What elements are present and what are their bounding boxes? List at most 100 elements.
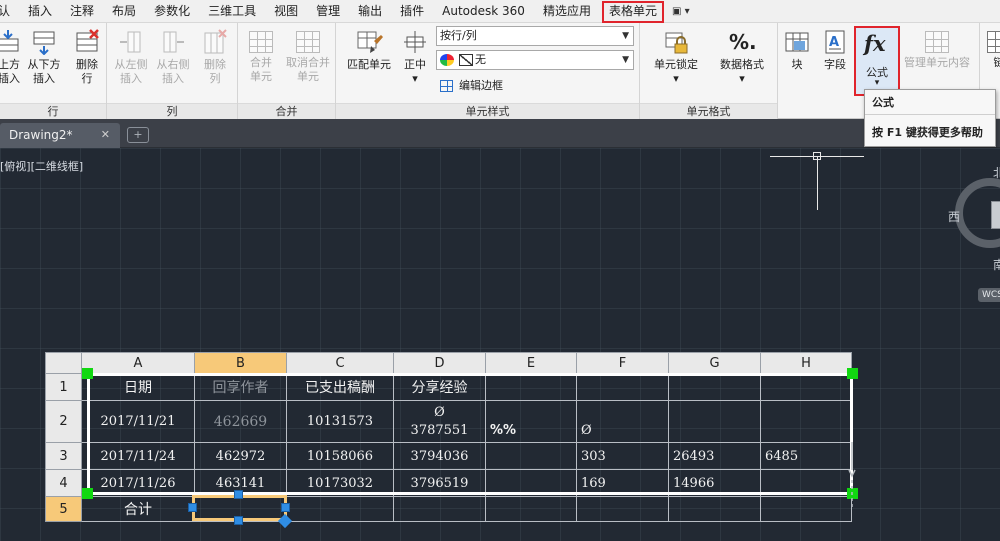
insert-row-above-button[interactable]: 上方 插入 — [0, 29, 24, 86]
compass-south-label[interactable]: 南 — [993, 256, 1000, 273]
wcs-menu[interactable]: WCS — [978, 288, 1000, 302]
cell-h2[interactable] — [760, 400, 852, 443]
cell-f3[interactable]: 303 — [576, 442, 669, 470]
cell-f5[interactable] — [576, 496, 669, 522]
cell-b1[interactable]: 回享作者 — [194, 373, 287, 401]
cell-grip-left[interactable] — [188, 503, 197, 512]
menu-item-featured-apps[interactable]: 精选应用 — [534, 0, 600, 23]
cell-h1[interactable] — [760, 373, 852, 401]
cell-g2[interactable] — [668, 400, 761, 443]
link-cell-button[interactable]: 链 — [984, 29, 1000, 70]
cell-grip-top[interactable] — [234, 490, 243, 499]
column-header-g[interactable]: G — [668, 352, 761, 374]
merge-cells-button[interactable]: 合并 单元 — [244, 29, 278, 84]
document-tab[interactable]: Drawing2* ✕ — [0, 123, 120, 148]
table-corner-cell[interactable] — [45, 352, 82, 374]
column-header-f[interactable]: F — [576, 352, 669, 374]
menu-item-view[interactable]: 视图 — [265, 0, 307, 23]
cell-b2[interactable]: 462669 — [194, 400, 287, 443]
cell-c5[interactable] — [286, 496, 394, 522]
cell-d1[interactable]: 分享经验 — [393, 373, 486, 401]
cell-e3[interactable] — [485, 442, 577, 470]
cell-e5[interactable] — [485, 496, 577, 522]
cell-e4[interactable] — [485, 469, 577, 497]
menu-item-insert[interactable]: 插入 — [19, 0, 61, 23]
table-grip-top-left[interactable] — [82, 368, 93, 379]
delete-row-button[interactable]: 删除 行 — [71, 29, 103, 86]
cell-h4[interactable] — [760, 469, 852, 497]
menu-item-plugins[interactable]: 插件 — [391, 0, 433, 23]
close-icon[interactable]: ✕ — [101, 123, 110, 147]
menu-item-manage[interactable]: 管理 — [307, 0, 349, 23]
cell-d5[interactable] — [393, 496, 486, 522]
cell-e2[interactable]: %% — [485, 400, 577, 443]
column-header-e[interactable]: E — [485, 352, 577, 374]
menu-item-annotate[interactable]: 注释 — [61, 0, 103, 23]
cell-f4[interactable]: 169 — [576, 469, 669, 497]
viewport-label[interactable]: [俯视][二维线框] — [0, 158, 83, 174]
cell-h3[interactable]: 6485 — [760, 442, 852, 470]
cell-g5[interactable] — [668, 496, 761, 522]
cell-f1[interactable] — [576, 373, 669, 401]
cell-h5[interactable] — [760, 496, 852, 522]
delete-col-button[interactable]: 删除 列 — [200, 29, 230, 86]
align-center-button[interactable]: 正中 ▾ — [398, 29, 432, 86]
cell-d2[interactable]: Ø 3787551 — [393, 400, 486, 443]
table-grip-top-right[interactable] — [847, 368, 858, 379]
cell-a1[interactable]: 日期 — [81, 373, 195, 401]
menu-item-parametric[interactable]: 参数化 — [145, 0, 199, 23]
menu-item-autodesk-360[interactable]: Autodesk 360 — [433, 0, 534, 23]
ribbon-options-dropdown[interactable]: ▣ ▾ — [666, 0, 696, 23]
cell-a2[interactable]: 2017/11/21 — [81, 400, 195, 443]
new-tab-button[interactable]: + — [127, 127, 149, 143]
row-header-5[interactable]: 5 — [45, 496, 82, 522]
cell-g1[interactable] — [668, 373, 761, 401]
compass-west-label[interactable]: 西 — [948, 208, 960, 225]
unmerge-cells-button[interactable]: 取消合并 单元 — [282, 29, 334, 84]
cell-a3[interactable]: 2017/11/24 — [81, 442, 195, 470]
column-header-h[interactable]: H — [760, 352, 852, 374]
row-header-3[interactable]: 3 — [45, 442, 82, 470]
cell-e1[interactable] — [485, 373, 577, 401]
compass-north-label[interactable]: 北 — [993, 164, 1000, 181]
column-header-c[interactable]: C — [286, 352, 394, 374]
cell-b3[interactable]: 462972 — [194, 442, 287, 470]
column-break-grip[interactable] — [846, 440, 858, 512]
cell-a5[interactable]: 合计 — [81, 496, 195, 522]
cell-c1[interactable]: 已支出稿酬 — [286, 373, 394, 401]
row-header-1[interactable]: 1 — [45, 373, 82, 401]
column-header-a[interactable]: A — [81, 352, 195, 374]
menu-item-default[interactable]: 认 — [0, 0, 19, 23]
formula-button[interactable]: fx 公式 ▾ — [854, 26, 900, 96]
column-header-b[interactable]: B — [194, 352, 287, 374]
data-format-button[interactable]: %. 数据格式 ▾ — [714, 29, 770, 86]
cell-g4[interactable]: 14966 — [668, 469, 761, 497]
edit-borders-button[interactable]: 编辑边框 — [440, 77, 503, 93]
cell-grip-bottom[interactable] — [234, 516, 243, 525]
insert-col-left-button[interactable]: 从左侧 插入 — [111, 29, 151, 86]
match-cell-button[interactable]: 匹配单元 — [342, 29, 396, 72]
insert-field-button[interactable]: A 字段 — [818, 29, 852, 72]
viewcube-compass[interactable] — [955, 178, 1000, 248]
manage-cell-content-button[interactable]: 管理单元内容 — [896, 29, 978, 70]
menu-item-table-cell[interactable]: 表格单元 — [600, 0, 666, 23]
cell-d4[interactable]: 3796519 — [393, 469, 486, 497]
cell-f2[interactable]: Ø — [576, 400, 669, 443]
menu-item-output[interactable]: 输出 — [349, 0, 391, 23]
menu-item-3d-tools[interactable]: 三维工具 — [199, 0, 265, 23]
cell-g3[interactable]: 26493 — [668, 442, 761, 470]
fill-color-select[interactable]: 无 ▼ — [436, 50, 634, 70]
cell-lock-button[interactable]: 单元锁定 ▾ — [648, 29, 704, 86]
viewcube-icon[interactable] — [991, 201, 1000, 229]
insert-col-right-button[interactable]: 从右侧 插入 — [153, 29, 193, 86]
cell-c4[interactable]: 10173032 — [286, 469, 394, 497]
cell-a4[interactable]: 2017/11/26 — [81, 469, 195, 497]
row-header-2[interactable]: 2 — [45, 400, 82, 443]
row-col-style-select[interactable]: 按行/列 ▼ — [436, 26, 634, 46]
insert-block-button[interactable]: 块 — [782, 29, 812, 72]
column-header-d[interactable]: D — [393, 352, 486, 374]
cell-grip-right[interactable] — [281, 503, 290, 512]
menu-item-layout[interactable]: 布局 — [103, 0, 145, 23]
drawing-table[interactable]: A B C D E F G H 1 日期 回享作者 已支出稿酬 分享经验 2 2… — [45, 352, 852, 522]
row-header-4[interactable]: 4 — [45, 469, 82, 497]
